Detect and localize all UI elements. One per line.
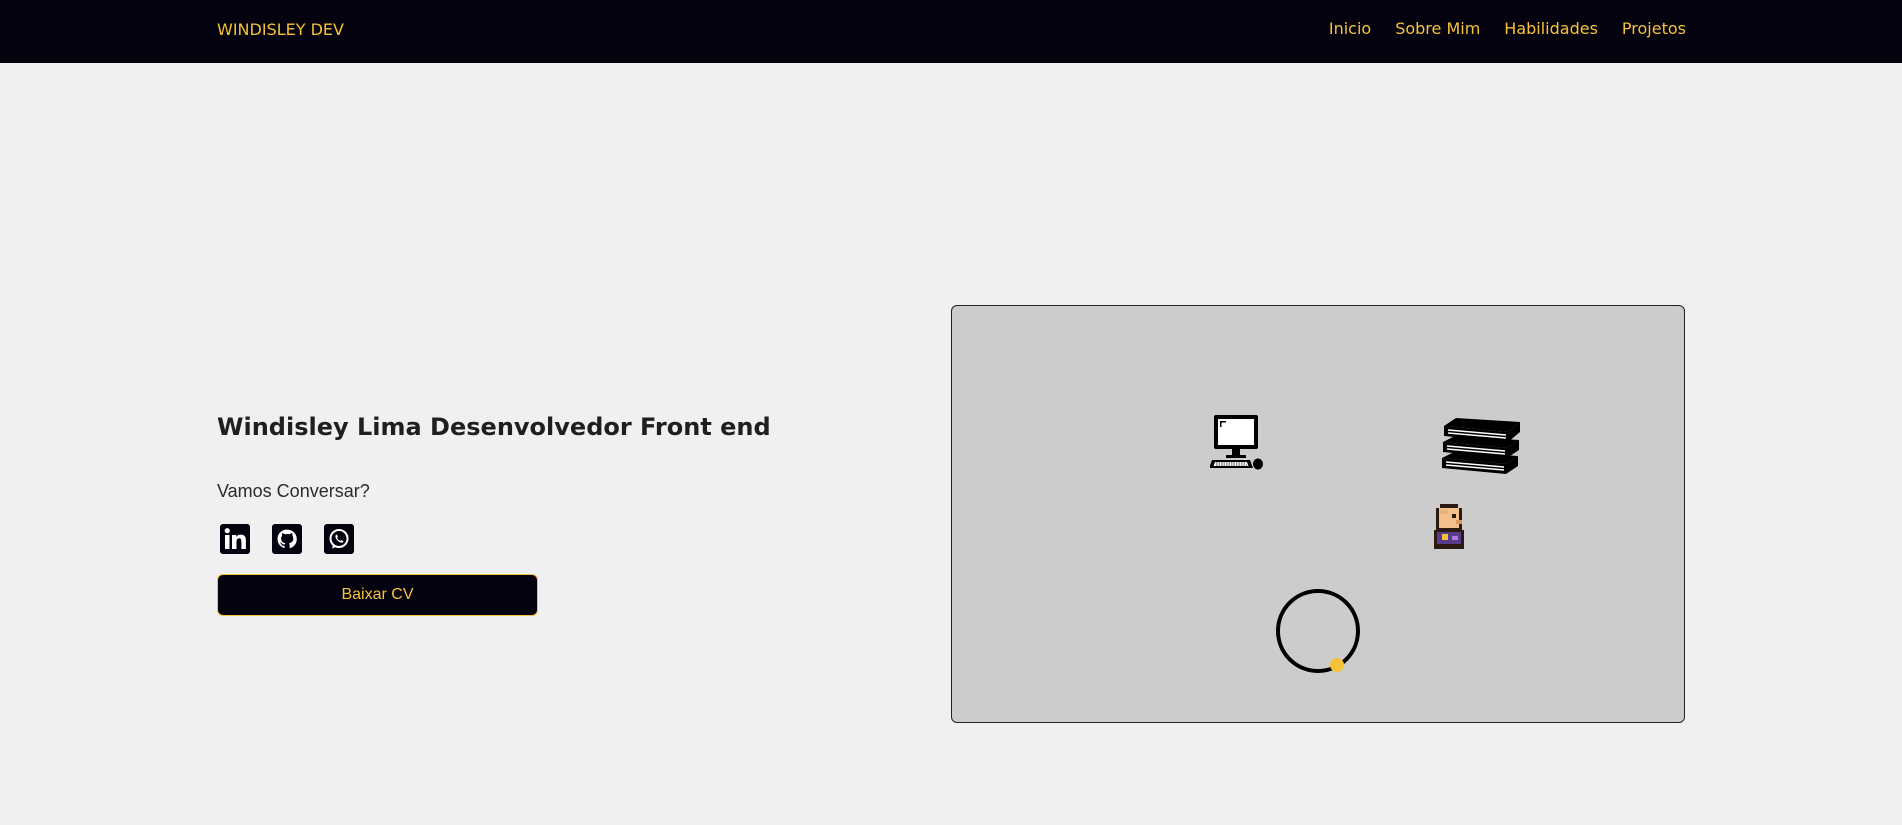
github-icon[interactable] — [271, 523, 303, 555]
hero-title: Windisley Lima Desenvolvedor Front end — [217, 413, 771, 441]
character-sprite — [1434, 504, 1464, 549]
nav-link-projetos[interactable]: Projetos — [1622, 19, 1686, 38]
nav-link-inicio[interactable]: Inicio — [1329, 19, 1371, 38]
computer-icon — [1210, 415, 1263, 470]
books-icon — [1442, 418, 1520, 474]
loading-ring — [1276, 589, 1360, 673]
brand-logo[interactable]: WINDISLEY DEV — [217, 20, 344, 39]
download-cv-button[interactable]: Baixar CV — [217, 574, 538, 616]
linkedin-icon[interactable] — [219, 523, 251, 555]
navbar: WINDISLEY DEV Inicio Sobre Mim Habilidad… — [0, 0, 1902, 63]
nav-links: Inicio Sobre Mim Habilidades Projetos — [1329, 19, 1686, 38]
hero-subtitle: Vamos Conversar? — [217, 481, 370, 501]
social-links — [219, 523, 355, 555]
whatsapp-icon[interactable] — [323, 523, 355, 555]
nav-link-sobre-mim[interactable]: Sobre Mim — [1395, 19, 1480, 38]
game-scene — [951, 305, 1685, 723]
nav-link-habilidades[interactable]: Habilidades — [1504, 19, 1598, 38]
